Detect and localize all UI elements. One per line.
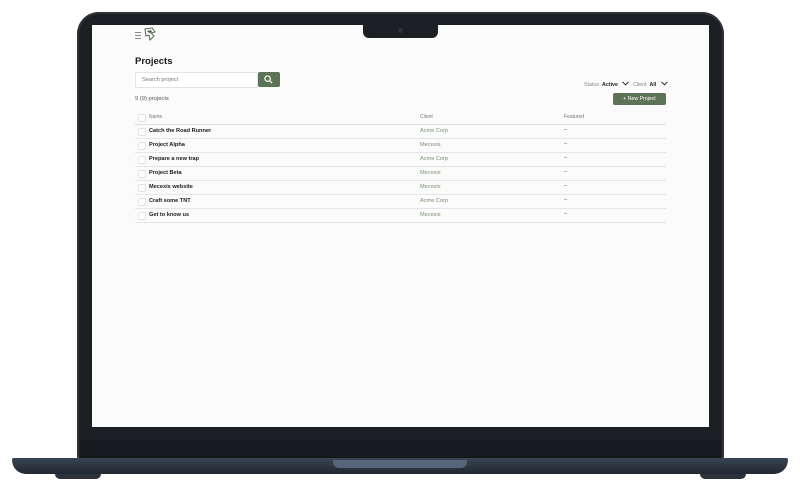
search-button[interactable]: [258, 72, 280, 87]
client-filter[interactable]: Client All: [633, 81, 668, 88]
project-name[interactable]: Craft some TNT: [149, 198, 191, 204]
project-name[interactable]: Get to know us: [149, 212, 189, 218]
page-title: Projects: [135, 56, 173, 67]
table-row[interactable]: Prepare a new trap Acme Corp –: [135, 153, 666, 167]
project-client[interactable]: Mecexis: [420, 184, 441, 190]
project-featured: –: [564, 169, 568, 175]
table-row[interactable]: Craft some TNT Acme Corp –: [135, 195, 666, 209]
search-icon: [264, 75, 273, 84]
table-row[interactable]: Get to know us Mecexis –: [135, 209, 666, 223]
project-featured: –: [564, 197, 568, 203]
projects-table: Name Client Featured Catch the Road Runn…: [135, 111, 666, 223]
project-client[interactable]: Mecexis: [420, 142, 441, 148]
project-client[interactable]: Acme Corp: [420, 198, 448, 204]
search-input[interactable]: [135, 72, 258, 88]
chevron-down-icon: [622, 81, 630, 86]
table-row[interactable]: Project Alpha Mecexis –: [135, 139, 666, 153]
column-header-client[interactable]: Client: [420, 114, 433, 120]
project-name[interactable]: Project Beta: [149, 170, 182, 176]
brand-logo-icon[interactable]: [143, 27, 157, 41]
row-checkbox[interactable]: [138, 198, 146, 206]
project-featured: –: [564, 183, 568, 189]
camera-icon: [398, 28, 403, 33]
project-featured: –: [564, 155, 568, 161]
column-header-name[interactable]: Name: [149, 114, 162, 120]
table-row[interactable]: Catch the Road Runner Acme Corp –: [135, 125, 666, 139]
client-filter-value: All: [649, 82, 657, 88]
app-screen: Projects StatusActive ClientAll 9 (9) pr…: [92, 25, 709, 427]
project-count: 9 (9) projects: [135, 96, 169, 102]
row-checkbox[interactable]: [138, 156, 146, 164]
project-client[interactable]: Acme Corp: [420, 156, 448, 162]
new-project-button[interactable]: + New Project: [613, 93, 666, 105]
project-name[interactable]: Catch the Road Runner: [149, 128, 211, 134]
project-client[interactable]: Mecexis: [420, 212, 441, 218]
status-filter[interactable]: Status Active: [584, 81, 630, 88]
project-featured: –: [564, 127, 568, 133]
table-header: Name Client Featured: [135, 111, 666, 125]
client-filter-label: Client: [633, 82, 647, 88]
project-name[interactable]: Prepare a new trap: [149, 156, 199, 162]
laptop-foot-right: [700, 474, 746, 479]
row-checkbox[interactable]: [138, 184, 146, 192]
project-name[interactable]: Project Alpha: [149, 142, 185, 148]
table-row[interactable]: Project Beta Mecexis –: [135, 167, 666, 181]
row-checkbox[interactable]: [138, 128, 146, 136]
hamburger-icon[interactable]: [135, 32, 141, 39]
row-checkbox[interactable]: [138, 170, 146, 178]
project-featured: –: [564, 141, 568, 147]
project-client[interactable]: Mecexis: [420, 170, 441, 176]
status-filter-value: Active: [602, 82, 618, 88]
camera-notch: [363, 25, 438, 38]
laptop-foot-left: [55, 474, 101, 479]
project-client[interactable]: Acme Corp: [420, 128, 448, 134]
project-featured: –: [564, 211, 568, 217]
row-checkbox[interactable]: [138, 142, 146, 150]
table-row[interactable]: Mecexis website Mecexis –: [135, 181, 666, 195]
project-name[interactable]: Mecexis website: [149, 184, 193, 190]
laptop-hinge-notch: [333, 460, 467, 468]
chevron-down-icon: [660, 81, 668, 86]
select-all-checkbox[interactable]: [138, 114, 146, 122]
laptop-bezel-bottom: [80, 440, 721, 458]
column-header-featured[interactable]: Featured: [564, 114, 584, 120]
status-filter-label: Status: [584, 82, 600, 88]
row-checkbox[interactable]: [138, 212, 146, 220]
